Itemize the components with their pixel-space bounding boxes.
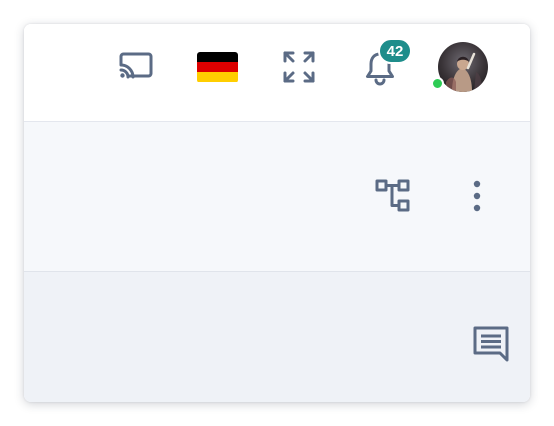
user-avatar[interactable] xyxy=(438,42,488,92)
avatar xyxy=(438,42,488,92)
user-status-indicator xyxy=(431,77,444,90)
flag-stripe-red xyxy=(196,61,238,73)
top-navbar: 42 xyxy=(24,24,530,122)
main-content xyxy=(24,272,530,402)
germany-flag-icon xyxy=(196,51,238,83)
language-selector[interactable] xyxy=(196,51,238,83)
flag-stripe-gold xyxy=(196,72,238,83)
fullscreen-button[interactable] xyxy=(280,48,318,86)
notification-count-badge: 42 xyxy=(378,38,412,64)
page-toolbar xyxy=(24,122,530,272)
cast-icon xyxy=(118,52,153,79)
app-panel: 42 xyxy=(24,24,530,402)
flag-stripe-black xyxy=(196,51,238,62)
hierarchy-view-button[interactable] xyxy=(374,178,414,214)
hierarchy-icon xyxy=(375,179,410,212)
chat-button[interactable] xyxy=(469,323,513,365)
cast-button[interactable] xyxy=(116,49,156,85)
more-options-button[interactable] xyxy=(465,176,489,216)
more-vertical-icon xyxy=(473,180,481,212)
fullscreen-expand-icon xyxy=(283,51,315,83)
chat-icon xyxy=(473,326,509,362)
